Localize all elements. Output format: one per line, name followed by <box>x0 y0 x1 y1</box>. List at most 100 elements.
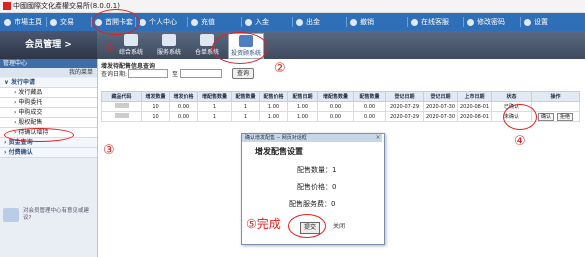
table-cell: 10 <box>141 101 170 112</box>
table-cell: 1.00 <box>287 111 318 122</box>
date-to-label: 至 <box>172 71 179 78</box>
sidebar-my-menu[interactable]: 我的菜单 <box>0 68 97 77</box>
module-title[interactable]: 会员管理 > <box>0 31 97 59</box>
nav-separator <box>463 17 464 27</box>
nav-icon <box>350 18 357 26</box>
annotation-ring-2 <box>212 32 268 64</box>
redacted-code <box>114 113 129 118</box>
query-button[interactable]: 查询 <box>232 68 254 79</box>
nav-separator <box>46 17 47 27</box>
nav-item-1[interactable]: 交易 <box>50 13 74 31</box>
annotation-ring-1 <box>92 9 140 35</box>
nav-item-4[interactable]: 充值 <box>191 13 215 31</box>
placement-quantity: 配售数量：1 <box>297 166 337 174</box>
collection-code <box>101 101 142 112</box>
nav-icon <box>467 18 474 26</box>
nav-item-9[interactable]: 修改密码 <box>467 13 505 31</box>
nav-separator <box>346 17 347 27</box>
query-date-label: 查询日期: <box>101 71 128 78</box>
table-cell: 0.00 <box>317 101 354 112</box>
nav-icon <box>411 18 418 26</box>
start-date-input[interactable] <box>128 69 168 78</box>
table-cell: 2020-07-30 <box>423 111 458 122</box>
nav-item-7[interactable]: 撤销 <box>350 13 374 31</box>
annotation-4: ④ <box>514 134 526 149</box>
nav-item-3[interactable]: 个人中心 <box>139 13 177 31</box>
sidebar-item-issue-collection[interactable]: › 发行藏品 <box>0 88 97 98</box>
window-title-bar: 中國國際文化產權交易所(8.0.0.1) <box>0 0 585 13</box>
column-header: 操作 <box>531 91 580 102</box>
table-cell: 0.00 <box>169 111 198 122</box>
nav-icon <box>139 18 146 26</box>
placement-fee: 配售服务费：0 <box>289 200 336 208</box>
column-header: 配售价格 <box>259 91 288 102</box>
nav-separator <box>187 17 188 27</box>
window-title: 中國國際文化產權交易所(8.0.0.1) <box>13 2 120 10</box>
feedback-promo[interactable]: 对会员管理中心有意见或建议? <box>3 206 93 228</box>
row-actions: 确认 拒绝 <box>531 111 580 122</box>
nav-item-8[interactable]: 在线客服 <box>411 13 449 31</box>
annotation-1: ① <box>104 41 114 54</box>
annotation-ring-3 <box>4 128 74 142</box>
column-header: 增配售数量 <box>317 91 354 102</box>
table-cell: 2020-07-29 <box>385 101 424 112</box>
dialog-close-button[interactable]: 关闭 <box>330 222 348 232</box>
sidebar-group-issue[interactable]: ∨ 发行申请 <box>0 78 97 88</box>
column-header: 登记日期 <box>423 91 458 102</box>
nav-icon <box>4 18 11 26</box>
placement-price: 配售价格：0 <box>297 183 337 191</box>
nav-item-6[interactable]: 出金 <box>296 13 320 31</box>
reject-button[interactable]: 拒绝 <box>557 112 574 121</box>
feedback-icon <box>3 208 19 222</box>
dialog-title: 确认增发配售 -- 网页对话框 <box>242 134 382 142</box>
table-cell: 1 <box>231 111 260 122</box>
end-date-input[interactable] <box>180 69 222 78</box>
table-cell: 2020-07-30 <box>423 101 458 112</box>
table-cell: 1.00 <box>259 101 288 112</box>
nav-icon <box>524 18 531 26</box>
nav-icon <box>191 18 198 26</box>
row-actions <box>531 101 580 112</box>
nav-separator <box>292 17 293 27</box>
column-header: 配售数量 <box>231 91 260 102</box>
annotation-5: ⑤完成 <box>246 217 281 231</box>
table-cell: 1.00 <box>259 111 288 122</box>
column-header: 藏品代码 <box>101 91 142 102</box>
table-cell: 0.00 <box>169 101 198 112</box>
module-button-comprehensive[interactable]: 综合系统 <box>114 33 148 57</box>
service-system-icon <box>162 34 176 46</box>
column-header: 配售数量 <box>353 91 386 102</box>
nav-separator <box>520 17 521 27</box>
table-cell: 1 <box>197 111 232 122</box>
dialog-close-icon[interactable]: × <box>374 134 382 142</box>
app-logo-icon <box>3 2 11 10</box>
confirm-button[interactable]: 确认 <box>537 112 554 121</box>
column-header: 登记日期 <box>385 91 424 102</box>
table-cell: 2020-07-29 <box>385 111 424 122</box>
column-header: 上市日期 <box>457 91 492 102</box>
table-cell: 2020-08-01 <box>457 111 492 122</box>
nav-icon <box>50 18 57 26</box>
nav-item-0[interactable]: 市場主頁 <box>4 13 42 31</box>
annotation-ring-5 <box>288 214 326 238</box>
nav-separator <box>241 17 242 27</box>
table-cell: 10 <box>141 111 170 122</box>
column-header: 增发数量 <box>141 91 170 102</box>
dialog-heading: 增发配售设置 <box>255 147 303 156</box>
table-cell: 1.00 <box>287 101 318 112</box>
column-header: 增配售数量 <box>197 91 232 102</box>
table-header-row: 藏品代码 增发数量 增发价格 增配售数量 配售数量 配售价格 配售日期 增配售数量 配售数量 登记… <box>101 91 580 102</box>
table-cell: 0.00 <box>317 111 354 122</box>
nav-item-10[interactable]: 设置 <box>524 13 548 31</box>
sidebar-item-subscribe-order[interactable]: › 申购委托 <box>0 98 97 108</box>
sidebar-item-placement[interactable]: › 股权配售 <box>0 118 97 128</box>
sidebar-item-subscribe-deal[interactable]: › 申购成交 <box>0 108 97 118</box>
nav-icon <box>296 18 303 26</box>
annotation-3: ③ <box>103 143 115 158</box>
comprehensive-system-icon <box>124 34 138 46</box>
nav-icon <box>245 18 252 26</box>
nav-item-5[interactable]: 入金 <box>245 13 269 31</box>
module-button-service[interactable]: 服务系统 <box>152 33 186 57</box>
nav-separator <box>407 17 408 27</box>
sidebar-group-payment[interactable]: › 付费确认 <box>0 148 97 158</box>
